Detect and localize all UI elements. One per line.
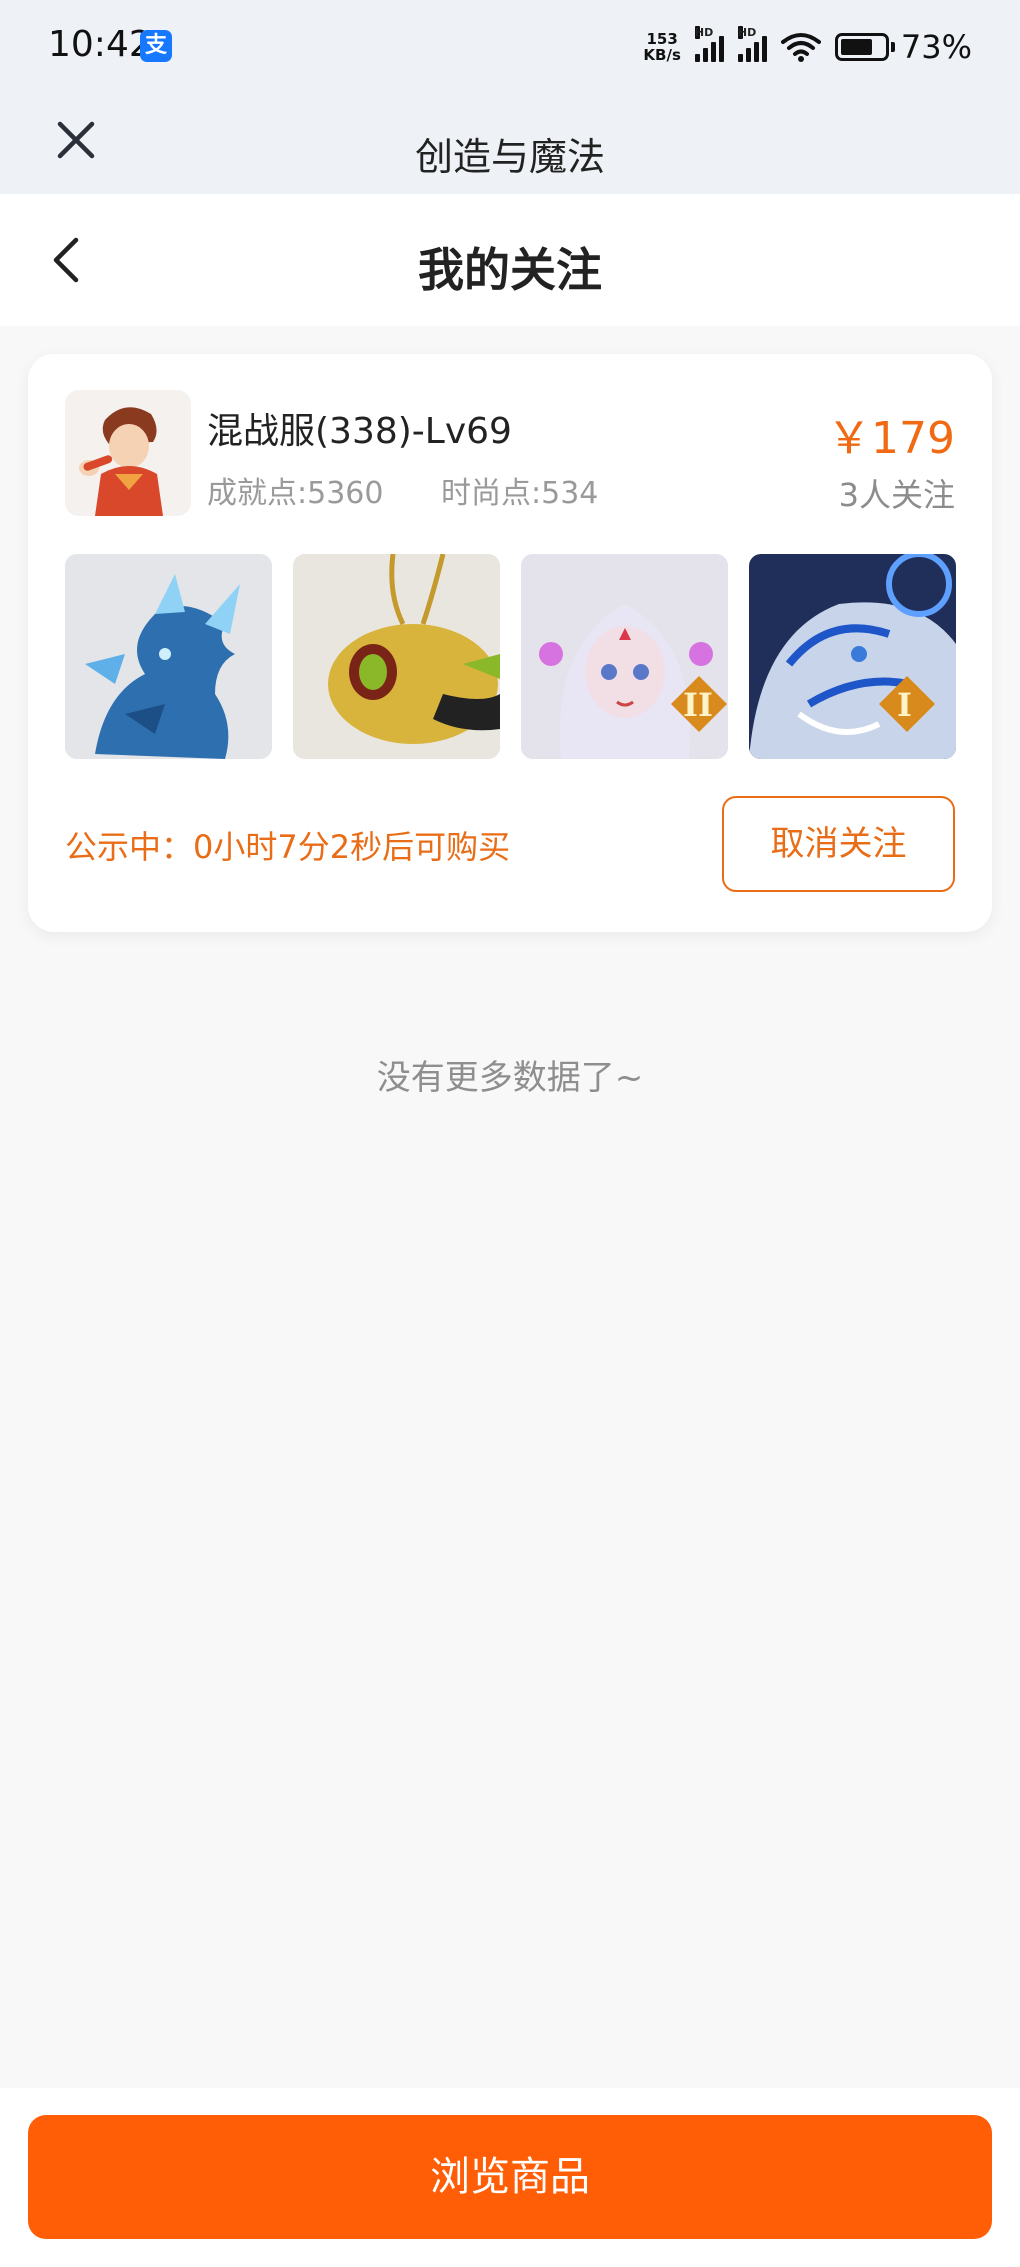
status-bar: 10:42 支 153 KB/s HD HD 73%	[0, 0, 1020, 92]
pet-thumbnail-frost-tiger[interactable]: I	[749, 554, 956, 759]
pet-rank-badge: II	[683, 686, 713, 724]
network-speed-value: 153	[646, 30, 678, 48]
achievement-points: 成就点:5360	[207, 476, 384, 511]
network-speed-unit: KB/s	[643, 46, 681, 64]
pet-thumbnails: II I	[65, 554, 956, 759]
status-time: 10:42	[48, 24, 152, 65]
app-title: 创造与魔法	[414, 135, 605, 179]
status-indicators: 153 KB/s HD HD 73%	[643, 26, 972, 66]
follower-count: 3人关注	[838, 476, 955, 514]
signal-icon: HD	[737, 26, 767, 62]
pet-rank-badge: I	[897, 686, 912, 724]
mini-app-header: 创造与魔法	[0, 92, 1020, 194]
pet-thumbnail-white-spirit-girl[interactable]: II	[521, 554, 728, 759]
character-avatar	[65, 390, 191, 516]
battery-percent: 73%	[900, 28, 972, 66]
bottom-bar: 浏览商品	[0, 2088, 1020, 2267]
followed-item-card[interactable]: 混战服(338)-Lv69 成就点:5360 时尚点:534 ￥179 3人关注	[28, 354, 992, 932]
page-nav: 我的关注	[0, 194, 1020, 326]
unfollow-button[interactable]: 取消关注	[722, 796, 955, 892]
wifi-icon	[780, 32, 821, 62]
pet-thumbnail-ice-dragon[interactable]	[65, 554, 272, 759]
page-title: 我的关注	[418, 243, 602, 297]
signal-hd-label: HD	[737, 26, 757, 39]
price: ￥179	[827, 413, 955, 464]
role-name: 混战服(338)-Lv69	[207, 411, 512, 452]
alipay-icon: 支	[140, 30, 172, 62]
fashion-points: 时尚点:534	[441, 476, 599, 511]
signal-icon: HD	[694, 26, 724, 62]
signal-hd-label: HD	[694, 26, 714, 39]
battery-icon: 73%	[834, 28, 972, 66]
public-status-countdown: 公示中：0小时7分2秒后可购买	[65, 828, 511, 866]
browse-products-button[interactable]: 浏览商品	[28, 2115, 992, 2239]
pet-thumbnail-golden-insect[interactable]	[293, 554, 500, 759]
list-end-text: 没有更多数据了~	[376, 1058, 644, 1098]
network-speed: 153 KB/s	[643, 31, 680, 63]
